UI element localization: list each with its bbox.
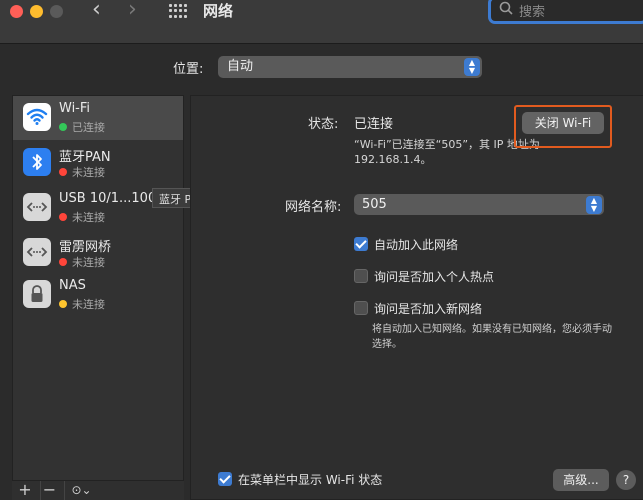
advanced-button[interactable]: 高级... [553, 469, 609, 491]
minimize-window-button[interactable] [30, 5, 43, 18]
service-list-toolbar: + − ⊙⌄ [12, 480, 184, 500]
status-dot-icon [59, 300, 67, 308]
zoom-window-button[interactable] [50, 5, 63, 18]
status-value: 已连接 [354, 117, 394, 132]
service-name: USB 10/1...1000 [59, 191, 165, 206]
service-status: 未连接 [59, 254, 105, 270]
status-dot-icon [59, 168, 67, 176]
network-name-label: 网络名称: [285, 200, 342, 215]
checkbox-unchecked[interactable] [354, 301, 368, 315]
turn-off-wifi-button[interactable]: 关闭 Wi-Fi [522, 112, 604, 134]
highlight-box: 关闭 Wi-Fi [514, 105, 612, 148]
location-label: 位置: [173, 62, 204, 77]
service-name: 蓝牙PAN [59, 150, 111, 165]
service-item-nas[interactable]: NAS 未连接 [13, 273, 183, 317]
service-item-thunderbolt-bridge[interactable]: 雷雳网桥 未连接 [13, 231, 183, 275]
service-name: Wi-Fi [59, 101, 91, 116]
ask-new-network-checkbox[interactable]: 询问是否加入新网络 [354, 300, 482, 317]
status-dot-icon [59, 258, 67, 266]
title-bar: ‹ › 网络 搜索 [0, 0, 643, 44]
search-placeholder: 搜索 [519, 5, 546, 20]
service-list[interactable]: Wi-Fi 已连接 蓝牙PAN 未连接 USB 10/1...1000 未连接 [12, 95, 184, 500]
auto-join-checkbox[interactable]: 自动加入此网络 [354, 236, 458, 253]
remove-service-button[interactable]: − [40, 481, 58, 500]
service-item-wifi[interactable]: Wi-Fi 已连接 [13, 96, 183, 140]
network-name-value: 505 [362, 197, 387, 212]
show-all-grid-icon[interactable] [169, 4, 187, 18]
service-name: 雷雳网桥 [59, 240, 112, 255]
service-item-bluetooth-pan[interactable]: 蓝牙PAN 未连接 [13, 141, 183, 185]
search-icon [499, 1, 513, 15]
add-service-button[interactable]: + [16, 481, 34, 500]
location-value: 自动 [227, 59, 254, 74]
status-label: 状态: [308, 117, 339, 132]
ethernet-icon [23, 193, 51, 221]
lock-icon [23, 280, 51, 308]
close-window-button[interactable] [10, 5, 23, 18]
service-status: 未连接 [59, 209, 105, 225]
checkbox-checked[interactable] [354, 237, 368, 251]
search-input[interactable]: 搜索 [488, 0, 643, 24]
ask-new-network-note: 将自动加入已知网络。如果没有已知网络，您必须手动选择。 [372, 324, 612, 350]
help-button[interactable]: ? [616, 470, 636, 490]
action-menu-button[interactable]: ⊙⌄ [64, 481, 98, 500]
ask-hotspot-checkbox[interactable]: 询问是否加入个人热点 [354, 268, 494, 285]
forward-chevron-icon[interactable]: › [128, 0, 137, 22]
select-stepper-icon: ▲ ▼ [586, 196, 602, 214]
select-stepper-icon: ▲ ▼ [464, 58, 480, 76]
ethernet-icon [23, 238, 51, 266]
service-status: 未连接 [59, 164, 105, 180]
network-name-select[interactable]: 505 ▲ ▼ [354, 194, 604, 215]
wifi-icon [23, 103, 51, 131]
checkbox-checked[interactable] [218, 472, 232, 486]
show-in-menubar-checkbox[interactable]: 在菜单栏中显示 Wi-Fi 状态 [218, 471, 382, 488]
window-title: 网络 [203, 2, 234, 20]
service-name: NAS [59, 278, 86, 293]
back-chevron-icon[interactable]: ‹ [92, 0, 101, 22]
bluetooth-icon [23, 148, 51, 176]
status-dot-icon [59, 123, 67, 131]
service-status: 已连接 [59, 119, 105, 135]
service-status: 未连接 [59, 296, 105, 312]
checkbox-unchecked[interactable] [354, 269, 368, 283]
status-dot-icon [59, 213, 67, 221]
location-select[interactable]: 自动 ▲ ▼ [218, 56, 482, 78]
